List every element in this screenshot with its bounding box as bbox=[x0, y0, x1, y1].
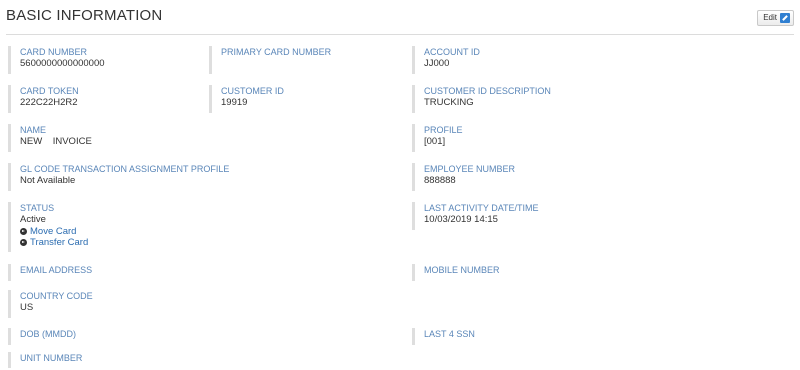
field-account-id: ACCOUNT ID JJ000 bbox=[412, 46, 607, 74]
employee-number-label: EMPLOYEE NUMBER bbox=[424, 164, 516, 174]
field-card-number: CARD NUMBER 5600000000000000 bbox=[8, 46, 203, 74]
gl-code-label: GL CODE TRANSACTION ASSIGNMENT PROFILE bbox=[20, 164, 230, 174]
last-4-ssn-label: LAST 4 SSN bbox=[424, 329, 475, 339]
edit-pencil-icon bbox=[780, 13, 790, 23]
card-token-label: CARD TOKEN bbox=[20, 86, 79, 96]
field-last-activity: LAST ACTIVITY DATE/TIME 10/03/2019 14:15 bbox=[412, 202, 607, 230]
edit-button-label: Edit bbox=[763, 13, 777, 22]
profile-label: PROFILE bbox=[424, 125, 463, 135]
field-profile: PROFILE [001] bbox=[412, 124, 607, 152]
section-title: BASIC INFORMATION bbox=[6, 7, 163, 24]
field-employee-number: EMPLOYEE NUMBER 888888 bbox=[412, 163, 607, 191]
gl-code-value: Not Available bbox=[20, 175, 76, 186]
dob-label: DOB (MMDD) bbox=[20, 329, 76, 339]
customer-id-description-label: CUSTOMER ID DESCRIPTION bbox=[424, 86, 551, 96]
field-customer-id-description: CUSTOMER ID DESCRIPTION TRUCKING bbox=[412, 85, 607, 113]
move-card-link[interactable]: Move Card bbox=[20, 226, 203, 237]
field-dob: DOB (MMDD) bbox=[8, 328, 203, 345]
field-status: STATUS Active Move Card Transfer Card bbox=[8, 202, 203, 252]
field-last-4-ssn: LAST 4 SSN bbox=[412, 328, 607, 345]
country-code-label: COUNTRY CODE bbox=[20, 291, 93, 301]
edit-button[interactable]: Edit bbox=[757, 10, 794, 26]
customer-id-description-value: TRUCKING bbox=[424, 97, 474, 108]
email-address-label: EMAIL ADDRESS bbox=[20, 265, 93, 275]
field-gl-code-profile: GL CODE TRANSACTION ASSIGNMENT PROFILE N… bbox=[8, 163, 258, 191]
account-id-label: ACCOUNT ID bbox=[424, 47, 480, 57]
profile-value: [001] bbox=[424, 136, 446, 147]
field-country-code: COUNTRY CODE US bbox=[8, 290, 203, 318]
field-customer-id: CUSTOMER ID 19919 bbox=[209, 85, 404, 113]
customer-id-value: 19919 bbox=[221, 97, 248, 108]
transfer-card-link[interactable]: Transfer Card bbox=[20, 237, 203, 248]
country-code-value: US bbox=[20, 302, 34, 313]
field-name: NAME NEW INVOICE bbox=[8, 124, 203, 152]
name-label: NAME bbox=[20, 125, 47, 135]
unit-number-label: UNIT NUMBER bbox=[20, 353, 83, 363]
primary-card-number-label: PRIMARY CARD NUMBER bbox=[221, 47, 332, 57]
last-activity-value: 10/03/2019 14:15 bbox=[424, 214, 498, 225]
account-id-value: JJ000 bbox=[424, 58, 450, 69]
field-unit-number: UNIT NUMBER bbox=[8, 352, 203, 368]
card-token-value: 222C22H2R2 bbox=[20, 97, 78, 108]
status-label: STATUS bbox=[20, 203, 55, 213]
last-activity-label: LAST ACTIVITY DATE/TIME bbox=[424, 203, 539, 213]
transfer-card-label: Transfer Card bbox=[30, 237, 89, 248]
field-mobile-number: MOBILE NUMBER bbox=[412, 264, 607, 281]
move-card-label: Move Card bbox=[30, 226, 77, 237]
card-number-label: CARD NUMBER bbox=[20, 47, 88, 57]
arrow-circle-right-icon bbox=[20, 239, 27, 246]
section-header: BASIC INFORMATION Edit bbox=[0, 0, 800, 34]
field-email-address: EMAIL ADDRESS bbox=[8, 264, 203, 281]
customer-id-label: CUSTOMER ID bbox=[221, 86, 284, 96]
field-primary-card-number: PRIMARY CARD NUMBER bbox=[209, 46, 404, 74]
arrow-circle-right-icon bbox=[20, 228, 27, 235]
employee-number-value: 888888 bbox=[424, 175, 456, 186]
name-value: NEW INVOICE bbox=[20, 136, 92, 147]
mobile-number-label: MOBILE NUMBER bbox=[424, 265, 500, 275]
field-card-token: CARD TOKEN 222C22H2R2 bbox=[8, 85, 203, 113]
card-number-value: 5600000000000000 bbox=[20, 58, 105, 69]
status-value: Active bbox=[20, 214, 46, 225]
header-divider bbox=[6, 34, 794, 35]
